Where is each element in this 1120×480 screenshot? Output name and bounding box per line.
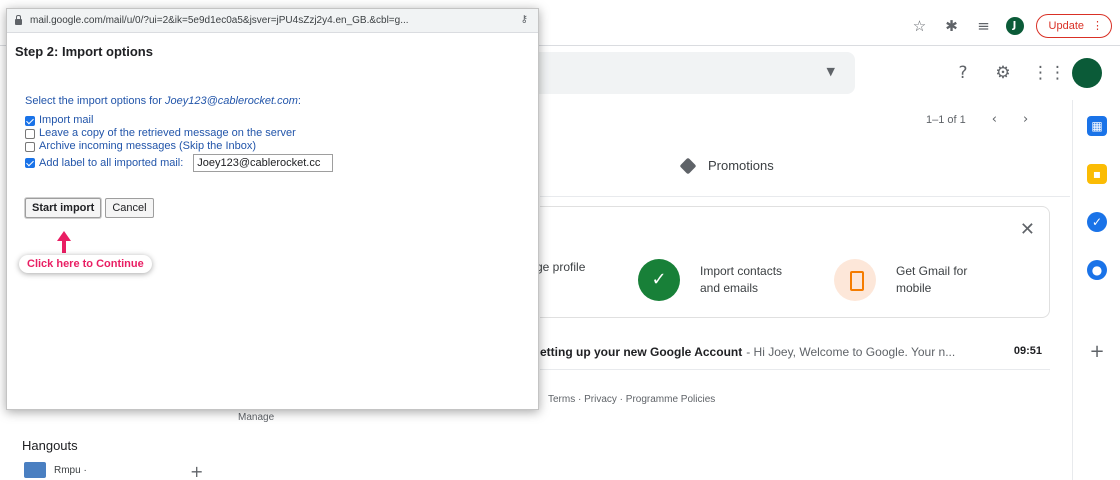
star-icon[interactable]: ☆ [910,17,930,35]
archive-checkbox[interactable] [25,141,35,152]
profile-avatar[interactable]: J [1005,17,1024,35]
settings-icon[interactable]: ⚙ [992,63,1014,83]
arrow-up-icon [57,231,71,253]
setup-card: ✕ ge profile ✓ Import contacts and email… [536,206,1050,318]
account-email: Joey123@cablerocket.com [165,95,298,107]
tab-promotions[interactable]: Promotions [679,157,774,174]
option-add-label[interactable]: Add label to all imported mail: [25,153,334,173]
setup-profile-label: ge profile [536,260,586,274]
next-page-icon[interactable]: › [1023,112,1028,127]
label-input[interactable] [193,154,334,172]
tab-promotions-label: Promotions [708,158,774,173]
tag-icon [679,157,697,174]
popup-title: Step 2: Import options [15,44,153,59]
browser-toolbar-icons: ☆ ✱ ≡ J Update ⋮ [910,14,1112,38]
start-import-button[interactable]: Start import [25,198,102,218]
setup-contacts-label: Import contacts and emails [700,264,783,295]
tab-divider [540,196,1070,197]
account-avatar[interactable] [1072,58,1102,88]
email-row[interactable]: etting up your new Google Account - Hi J… [540,334,1050,370]
email-snippet: - Hi Joey, Welcome to Google. Your n... [746,344,956,359]
hangouts-avatar [24,462,46,478]
extensions-icon[interactable]: ✱ [942,17,962,35]
tasks-icon[interactable]: ✓ [1087,212,1107,232]
cancel-button[interactable]: Cancel [105,198,154,218]
contacts-icon[interactable]: ● [1087,260,1107,280]
instruction-suffix: : [297,95,301,107]
import-options-popup: mail.google.com/mail/u/0/?ui=2&ik=5e9d1e… [6,8,539,410]
import-options-form: Select the import options for Joey123@ca… [25,95,334,173]
add-label-checkbox[interactable] [25,158,35,168]
instruction-prefix: Select the import options for [25,95,166,107]
more-vert-icon: ⋮ [1092,20,1103,32]
lock-icon [15,14,22,25]
gmail-top-icons: ? ⚙ ⋮⋮ [952,58,1102,88]
hangouts-user-name: Rmpu · [54,464,87,476]
email-subject: etting up your new Google Account [540,344,743,359]
phone-icon [834,259,876,301]
calendar-icon[interactable]: ▦ [1087,116,1107,136]
setup-item-mobile[interactable]: Get Gmail for mobile [834,259,967,301]
apps-grid-icon[interactable]: ⋮⋮ [1032,63,1066,83]
prev-page-icon[interactable]: ‹ [992,112,997,127]
footer-links[interactable]: Terms · Privacy · Programme Policies [548,394,715,405]
setup-item-profile[interactable]: ge profile [536,259,585,276]
email-time: 09:51 [1013,345,1042,357]
check-circle-icon: ✓ [638,259,680,301]
import-mail-label: Import mail [39,114,94,126]
side-panel: ▦ ▪ ✓ ● + [1072,100,1120,480]
manage-link[interactable]: Manage [238,412,274,423]
hangouts-user[interactable]: Rmpu · [24,462,87,478]
option-archive[interactable]: Archive incoming messages (Skip the Inbo… [25,140,333,153]
archive-label: Archive incoming messages (Skip the Inbo… [39,140,257,152]
option-import-mail[interactable]: Import mail [25,114,333,127]
popup-url: mail.google.com/mail/u/0/?ui=2&ik=5e9d1e… [30,15,409,26]
help-icon[interactable]: ? [952,63,974,83]
leave-copy-label: Leave a copy of the retrieved message on… [39,127,296,139]
continue-hint: Click here to Continue [19,255,152,273]
update-button[interactable]: Update ⋮ [1035,14,1112,38]
search-options-icon[interactable]: ▼ [827,65,835,78]
leave-copy-checkbox[interactable] [25,128,35,139]
popup-url-bar: mail.google.com/mail/u/0/?ui=2&ik=5e9d1e… [7,9,538,33]
keep-icon[interactable]: ▪ [1087,164,1107,184]
popup-buttons: Start import Cancel [25,198,154,218]
add-label-label: Add label to all imported mail: [39,156,184,169]
reading-list-icon[interactable]: ≡ [974,17,994,35]
import-mail-checkbox[interactable] [25,115,35,126]
pagination: 1–1 of 1 ‹ › [926,112,1028,127]
close-icon[interactable]: ✕ [1020,219,1035,240]
add-hangout-icon[interactable]: + [190,462,203,480]
instruction-text: Select the import options for Joey123@ca… [25,95,333,107]
option-leave-copy[interactable]: Leave a copy of the retrieved message on… [25,127,333,140]
key-icon[interactable]: ⚷ [521,14,528,25]
hangouts-title: Hangouts [22,438,78,453]
setup-mobile-label: Get Gmail for mobile [896,264,968,295]
update-label: Update [1048,20,1084,32]
setup-item-import-contacts[interactable]: ✓ Import contacts and emails [638,259,782,301]
add-addon-icon[interactable]: + [1087,342,1107,362]
pager-count: 1–1 of 1 [926,114,966,126]
